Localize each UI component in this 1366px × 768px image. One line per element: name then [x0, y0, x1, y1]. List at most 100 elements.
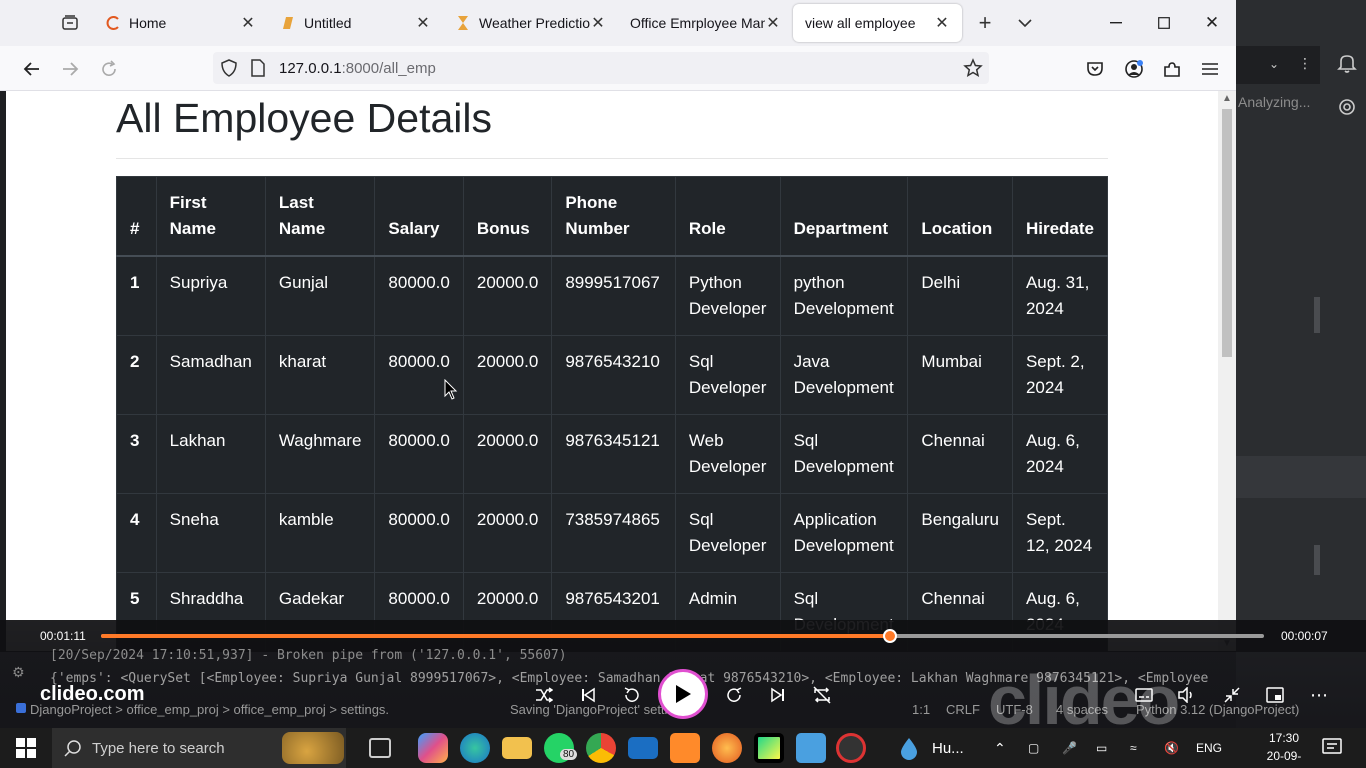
back-button[interactable]	[15, 52, 49, 86]
obs-icon[interactable]	[836, 733, 866, 763]
tab-view-all-employee[interactable]: view all employee ✕	[793, 4, 962, 42]
account-icon[interactable]	[1117, 52, 1151, 86]
table-cell: Sept. 12, 2024	[1011, 493, 1109, 573]
video-progress-track[interactable]	[101, 629, 1264, 643]
run-config-icon[interactable]: ⚙	[12, 664, 25, 681]
scroll-thumb[interactable]	[1222, 109, 1232, 357]
table-cell: Sql Developer	[674, 493, 781, 573]
address-bar[interactable]: 127.0.0.1:8000/all_emp	[213, 52, 989, 84]
chevron-down-icon[interactable]: ⌄	[1269, 57, 1279, 71]
pycharm-icon[interactable]	[754, 733, 784, 763]
sublime-icon[interactable]	[670, 733, 700, 763]
more-icon[interactable]: ⋮	[1298, 55, 1312, 72]
video-progress-knob[interactable]	[882, 629, 897, 643]
picture-in-picture-icon[interactable]	[1262, 682, 1288, 708]
tab-weather-prediction[interactable]: Weather Prediction ✕	[443, 4, 618, 42]
firefox-icon[interactable]	[712, 733, 742, 763]
table-cell: 80000.0	[374, 255, 464, 336]
weather-text[interactable]: Hu...	[932, 728, 964, 768]
rewind-10-icon[interactable]	[619, 682, 645, 708]
battery-icon[interactable]: ▭	[1096, 728, 1107, 768]
pocket-icon[interactable]	[1078, 52, 1112, 86]
shield-icon[interactable]	[221, 59, 241, 77]
previous-icon[interactable]	[575, 682, 601, 708]
menu-icon[interactable]	[1193, 52, 1227, 86]
control-panel-icon[interactable]	[796, 733, 826, 763]
console-log-line: [20/Sep/2024 17:10:51,937] - Broken pipe…	[50, 648, 567, 663]
tab-label: Untitled	[304, 15, 352, 31]
copilot-icon[interactable]	[418, 733, 448, 763]
new-tab-button[interactable]: +	[965, 3, 1005, 43]
close-icon[interactable]: ✕	[590, 13, 606, 33]
project-icon	[16, 703, 26, 713]
minimize-button[interactable]	[1092, 0, 1140, 46]
task-view-icon[interactable]	[369, 738, 391, 758]
microphone-icon[interactable]: 🎤	[1062, 728, 1077, 768]
more-options-icon[interactable]: ⋯	[1306, 682, 1332, 708]
close-icon[interactable]: ✕	[240, 13, 256, 33]
bookmark-star-icon[interactable]	[963, 58, 983, 82]
mail-icon[interactable]	[628, 737, 658, 759]
browser-tab-bar: Home ✕ Untitled ✕ Weather Prediction ✕ O…	[0, 0, 1236, 46]
page-scrollbar[interactable]: ▲ ▼	[1218, 91, 1236, 651]
cursor-position[interactable]: 1:1	[912, 702, 930, 717]
exit-fullscreen-icon[interactable]	[1219, 682, 1245, 708]
page-info-icon[interactable]	[251, 59, 271, 77]
employee-table: # First Name Last Name Salary Bonus Phon…	[116, 176, 1109, 651]
col-header: Salary	[374, 176, 464, 257]
col-header: Role	[674, 176, 781, 257]
close-window-button[interactable]: ✕	[1188, 0, 1236, 46]
clock[interactable]: 17:30 20-09-2024	[1258, 729, 1310, 768]
current-time: 00:01:11	[40, 629, 86, 643]
next-icon[interactable]	[765, 682, 791, 708]
table-cell: Bengaluru	[907, 493, 1013, 573]
forward-30-icon[interactable]	[721, 682, 747, 708]
extensions-icon[interactable]	[1155, 52, 1189, 86]
play-button[interactable]	[658, 669, 708, 719]
mouse-cursor-icon	[444, 378, 458, 406]
volume-icon[interactable]	[1173, 682, 1199, 708]
table-cell: Gunjal	[264, 255, 376, 336]
table-cell: python Development	[779, 255, 909, 336]
page-title: All Employee Details	[116, 95, 492, 141]
firefox-view-icon[interactable]	[47, 0, 93, 46]
table-cell: Chennai	[907, 414, 1013, 494]
notifications-icon[interactable]	[1336, 52, 1358, 74]
network-icon[interactable]: ≈	[1130, 728, 1137, 768]
table-cell: kharat	[264, 335, 376, 415]
line-ending[interactable]: CRLF	[946, 702, 980, 717]
shuffle-icon[interactable]	[531, 682, 557, 708]
chrome-icon[interactable]	[586, 733, 616, 763]
url-text[interactable]: 127.0.0.1:8000/all_emp	[279, 60, 436, 77]
subtitles-icon[interactable]	[1131, 682, 1157, 708]
show-hidden-icons[interactable]: ⌃	[994, 728, 1006, 768]
reload-button[interactable]	[92, 52, 126, 86]
meet-icon[interactable]: ▢	[1028, 728, 1039, 768]
loading-icon	[105, 15, 121, 31]
taskbar-search[interactable]: Type here to search	[52, 728, 346, 768]
ide-scroll-marker	[1314, 297, 1320, 333]
windows-start-icon[interactable]	[16, 738, 36, 763]
table-cell: Supriya	[155, 255, 266, 336]
notification-center-icon[interactable]	[1322, 737, 1342, 757]
tab-home[interactable]: Home ✕	[93, 4, 268, 42]
speaker-icon[interactable]: 🔇	[1164, 728, 1179, 768]
tab-untitled[interactable]: Untitled ✕	[268, 4, 443, 42]
tab-office-employee[interactable]: Office Emrployee Mana ✕	[618, 4, 793, 42]
edge-icon[interactable]	[460, 733, 490, 763]
tab-label: view all employee	[805, 15, 916, 31]
table-cell: Mumbai	[907, 335, 1013, 415]
maximize-button[interactable]	[1140, 0, 1188, 46]
table-cell: Sept. 2, 2024	[1011, 335, 1109, 415]
file-explorer-icon[interactable]	[502, 737, 532, 759]
repeat-off-icon[interactable]	[809, 682, 835, 708]
language-indicator[interactable]: ENG	[1196, 728, 1222, 768]
list-tabs-button[interactable]	[1005, 3, 1045, 43]
weather-icon[interactable]	[898, 736, 922, 760]
close-icon[interactable]: ✕	[934, 13, 950, 33]
scroll-up-icon[interactable]: ▲	[1222, 93, 1232, 104]
forward-button[interactable]	[53, 52, 87, 86]
ai-assistant-icon[interactable]	[1336, 96, 1358, 118]
close-icon[interactable]: ✕	[415, 13, 431, 33]
close-icon[interactable]: ✕	[765, 13, 781, 33]
